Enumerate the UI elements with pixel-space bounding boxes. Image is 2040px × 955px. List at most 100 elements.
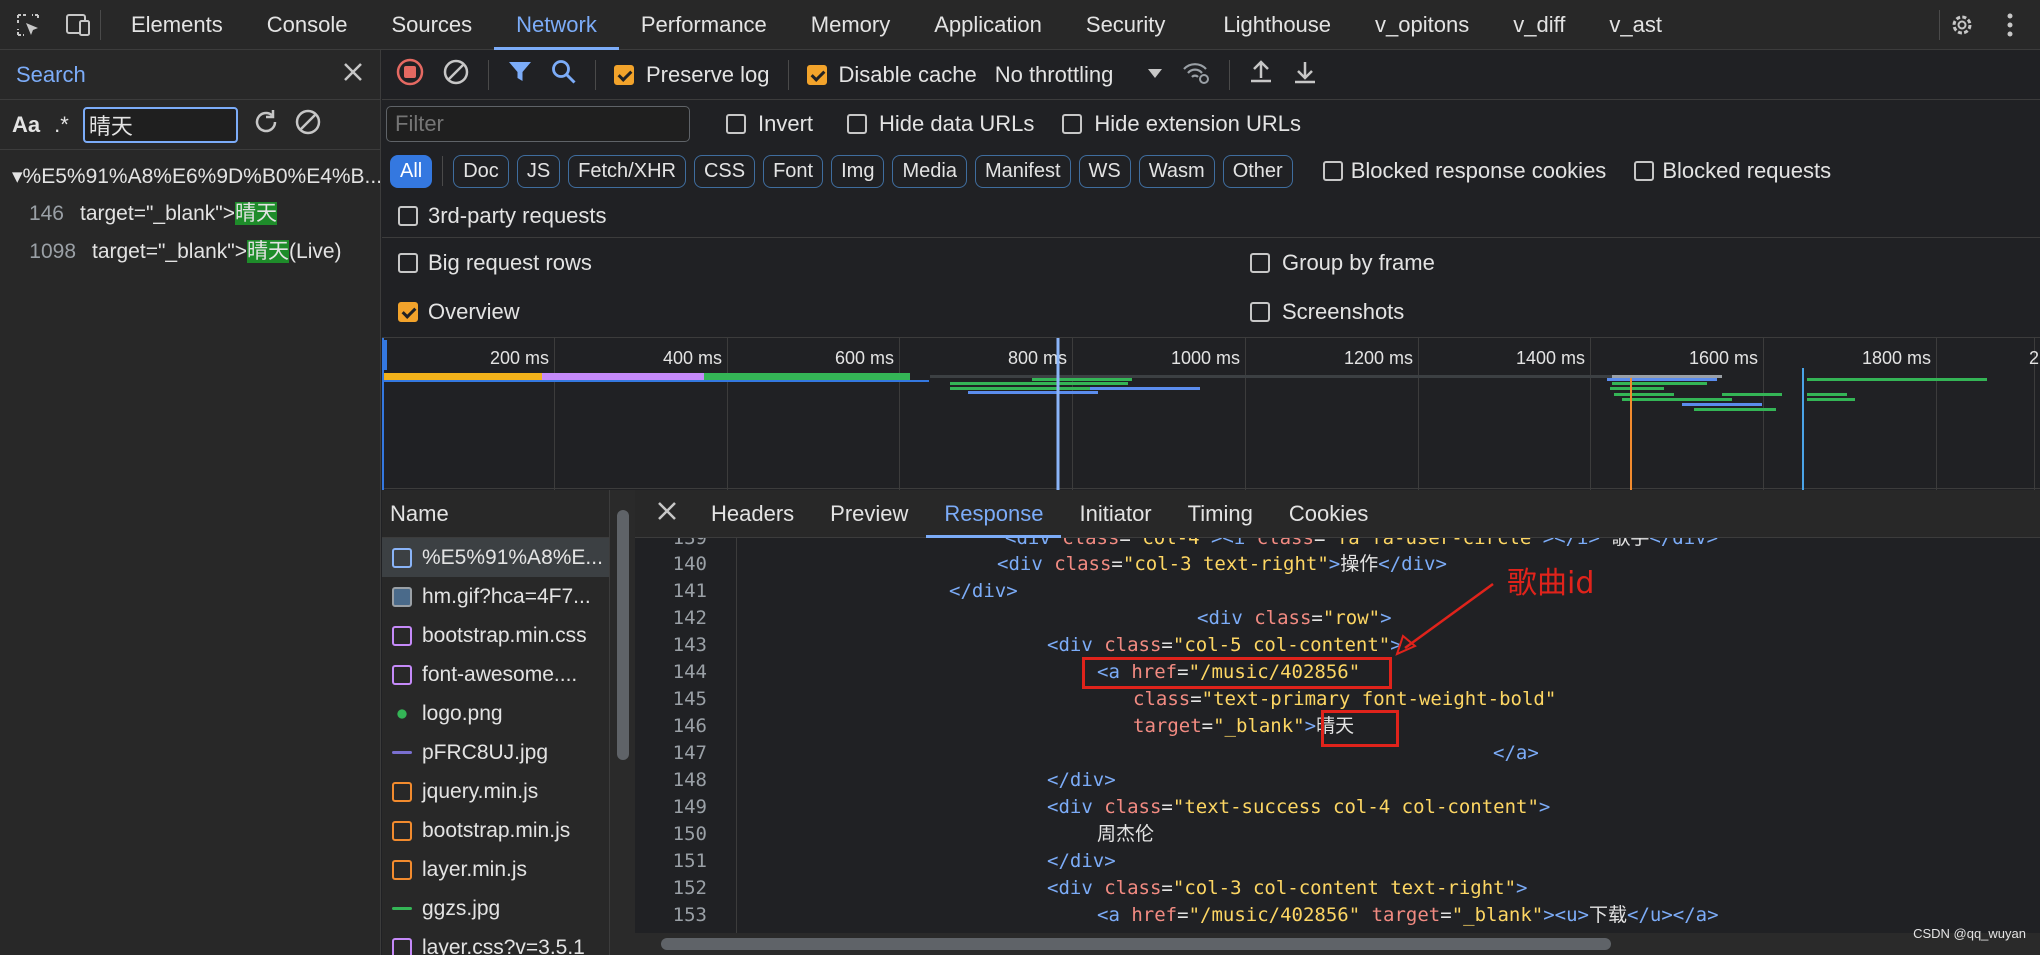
search-result-line[interactable]: 146 target="_blank">晴天 <box>0 193 380 231</box>
type-filter-row: All Doc JS Fetch/XHR CSS Font Img Media … <box>382 148 2040 194</box>
tab-elements[interactable]: Elements <box>109 0 245 50</box>
type-filter-other[interactable]: Other <box>1222 154 1293 188</box>
settings-gear-icon[interactable] <box>1948 11 1976 39</box>
tab-performance[interactable]: Performance <box>619 0 789 50</box>
type-filter-css[interactable]: CSS <box>693 154 756 188</box>
network-controls-row: Preserve log Disable cache No throttling <box>382 50 2040 100</box>
tab-memory[interactable]: Memory <box>789 0 912 50</box>
tab-sources[interactable]: Sources <box>369 0 494 50</box>
tab-v-ast[interactable]: v_ast <box>1587 0 1684 50</box>
disable-cache-checkbox[interactable] <box>806 64 827 85</box>
close-icon[interactable] <box>342 61 364 88</box>
type-filter-fetch-xhr[interactable]: Fetch/XHR <box>568 154 686 188</box>
filter-funnel-icon[interactable] <box>507 59 533 90</box>
import-har-icon[interactable] <box>1248 59 1274 90</box>
blocked-cookies-checkbox[interactable] <box>1322 161 1343 181</box>
tab-v-diff[interactable]: v_diff <box>1491 0 1587 50</box>
blocked-requests-checkbox[interactable] <box>1634 161 1655 181</box>
throttling-select[interactable]: No throttling <box>995 62 1114 88</box>
tab-v-opitons[interactable]: v_opitons <box>1353 0 1491 50</box>
chevron-down-icon[interactable] <box>1147 66 1163 84</box>
tab-preview[interactable]: Preview <box>812 490 926 538</box>
request-item[interactable]: jquery.min.js <box>382 772 609 811</box>
search-result-file[interactable]: ▾%E5%91%A8%E6%9D%B0%E4%B... <box>0 160 380 193</box>
type-filter-doc[interactable]: Doc <box>453 154 509 188</box>
invert-checkbox[interactable] <box>726 114 746 134</box>
response-code-viewer[interactable]: 139 140 141 142 143 144 145 146 147 148 … <box>635 538 2040 933</box>
tab-cookies[interactable]: Cookies <box>1271 490 1386 538</box>
tab-application[interactable]: Application <box>912 0 1064 50</box>
regex-button[interactable]: .* <box>54 112 69 138</box>
request-item[interactable]: bootstrap.min.css <box>382 616 609 655</box>
hide-extension-urls-checkbox[interactable] <box>1062 114 1083 134</box>
code-text: 周杰伦 <box>1097 823 1155 845</box>
preserve-log-checkbox[interactable] <box>614 64 634 85</box>
timeline-bars <box>382 338 1987 490</box>
network-overview-timeline[interactable]: 200 ms 400 ms 600 ms 800 ms 1000 ms 1200… <box>382 337 2040 490</box>
request-list-scroll-thumb[interactable] <box>617 510 629 760</box>
request-item[interactable]: hm.gif?hca=4F7... <box>382 577 609 616</box>
request-item[interactable]: font-awesome.... <box>382 655 609 694</box>
clear-log-icon[interactable] <box>442 58 470 91</box>
type-filter-js[interactable]: JS <box>516 154 561 188</box>
result-line-number: 146 <box>28 202 64 225</box>
script-icon <box>392 820 412 841</box>
type-filter-media[interactable]: Media <box>892 154 967 188</box>
type-filter-manifest[interactable]: Manifest <box>974 154 1071 188</box>
screenshots-label: Screenshots <box>1282 299 1405 324</box>
type-filter-all[interactable]: All <box>390 154 433 188</box>
type-filter-font[interactable]: Font <box>763 154 824 188</box>
group-by-frame-checkbox[interactable] <box>1250 253 1270 273</box>
screenshots-checkbox[interactable] <box>1250 302 1270 322</box>
close-icon[interactable] <box>635 501 693 526</box>
tab-initiator[interactable]: Initiator <box>1061 490 1169 538</box>
toolbar-divider <box>1939 9 1940 40</box>
tab-console[interactable]: Console <box>245 0 370 50</box>
request-item[interactable]: logo.png <box>382 694 609 733</box>
settings-row-2: Overview Screenshots <box>382 288 2040 336</box>
code-text: </div> <box>1047 850 1116 872</box>
response-scroll-thumb[interactable] <box>661 938 1611 950</box>
request-name: jquery.min.js <box>422 779 539 803</box>
devtools-window: Elements Console Sources Network Perform… <box>0 0 2040 955</box>
clear-icon[interactable] <box>294 108 322 141</box>
request-item[interactable]: layer.min.js <box>382 850 609 889</box>
request-item[interactable]: layer.css?v=3.5.1 <box>382 928 609 955</box>
result-match: 晴天 <box>247 240 290 263</box>
details-tab-bar: Headers Preview Response Initiator Timin… <box>635 490 2040 538</box>
search-icon[interactable] <box>551 59 577 90</box>
type-filter-ws[interactable]: WS <box>1078 154 1131 188</box>
network-conditions-icon[interactable] <box>1181 59 1211 90</box>
tab-lighthouse[interactable]: Lighthouse <box>1201 0 1353 50</box>
response-horizontal-scrollbar[interactable] <box>635 933 2040 955</box>
big-request-rows-checkbox[interactable] <box>398 253 418 273</box>
tab-headers[interactable]: Headers <box>693 490 812 538</box>
type-filter-img[interactable]: Img <box>831 154 885 188</box>
request-item[interactable]: ggzs.jpg <box>382 889 609 928</box>
tab-response[interactable]: Response <box>926 490 1062 538</box>
result-match: 晴天 <box>235 202 278 225</box>
match-case-button[interactable]: Aa <box>12 112 40 138</box>
tab-network[interactable]: Network <box>494 0 619 50</box>
tab-timing[interactable]: Timing <box>1170 490 1271 538</box>
third-party-checkbox[interactable] <box>398 205 418 226</box>
more-menu-icon[interactable] <box>1996 11 2024 39</box>
inspect-icon[interactable] <box>14 11 42 39</box>
overview-checkbox[interactable] <box>398 302 418 322</box>
request-item[interactable]: pFRC8UJ.jpg <box>382 733 609 772</box>
filter-input[interactable] <box>386 106 690 142</box>
device-toolbar-icon[interactable] <box>64 11 92 39</box>
export-har-icon[interactable] <box>1292 59 1318 90</box>
hide-data-urls-checkbox[interactable] <box>847 114 868 134</box>
request-item[interactable]: bootstrap.min.js <box>382 811 609 850</box>
type-filter-wasm[interactable]: Wasm <box>1138 154 1215 188</box>
name-column-header[interactable]: Name <box>382 490 609 538</box>
search-result-line[interactable]: 1098 target="_blank">晴天(Live) <box>0 231 380 269</box>
request-item[interactable]: %E5%91%A8%E... <box>382 538 609 577</box>
code-text: <div class="col-4"><i class="fa fa-user-… <box>1005 538 1719 549</box>
record-stop-icon[interactable] <box>396 58 424 91</box>
refresh-icon[interactable] <box>252 108 280 141</box>
search-input[interactable] <box>82 106 238 143</box>
tab-security[interactable]: Security <box>1064 0 1187 50</box>
search-header: Search <box>0 50 380 100</box>
